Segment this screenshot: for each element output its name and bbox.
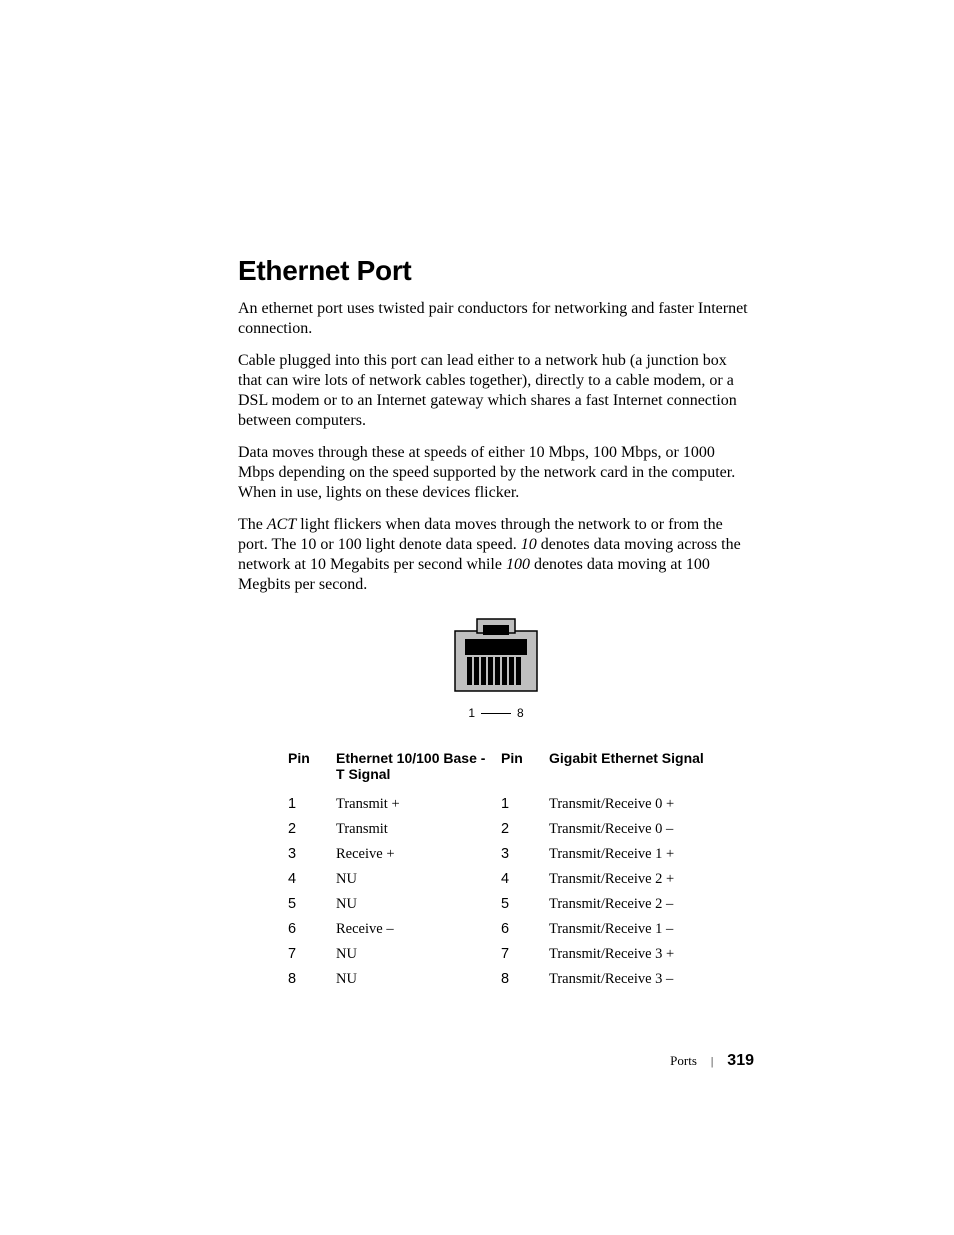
table-row: 8NU8Transmit/Receive 3 – xyxy=(288,967,714,992)
cell-pin: 1 xyxy=(288,792,336,817)
table-row: 2Transmit2Transmit/Receive 0 – xyxy=(288,817,714,842)
table-row: 4NU4Transmit/Receive 2 + xyxy=(288,867,714,892)
table-row: 3Receive +3Transmit/Receive 1 + xyxy=(288,842,714,867)
table-row: 6Receive –6Transmit/Receive 1 – xyxy=(288,917,714,942)
cell-eth-signal: Receive + xyxy=(336,842,501,867)
footer-section: Ports xyxy=(670,1053,697,1069)
cell-pin2: 1 xyxy=(501,792,549,817)
cell-pin2: 5 xyxy=(501,892,549,917)
cell-pin2: 2 xyxy=(501,817,549,842)
paragraph: The ACT light flickers when data moves t… xyxy=(238,515,754,595)
section-heading: Ethernet Port xyxy=(238,255,754,287)
act-label: ACT xyxy=(267,516,296,533)
ethernet-port-figure: 1 8 xyxy=(238,617,754,720)
footer-separator: | xyxy=(711,1054,713,1069)
cell-eth-signal: NU xyxy=(336,892,501,917)
cell-gigabit-signal: Transmit/Receive 1 – xyxy=(549,917,714,942)
cell-pin: 3 xyxy=(288,842,336,867)
pin-label-1: 1 xyxy=(468,706,475,720)
col-gig: Gigabit Ethernet Signal xyxy=(549,750,714,792)
footer-page-number: 319 xyxy=(727,1052,754,1070)
cell-gigabit-signal: Transmit/Receive 3 – xyxy=(549,967,714,992)
col-pin2: Pin xyxy=(501,750,549,792)
pinout-table: Pin Ethernet 10/100 Base - T Signal Pin … xyxy=(288,750,714,992)
speed-10: 10 xyxy=(521,536,537,553)
cell-pin2: 7 xyxy=(501,942,549,967)
ethernet-port-icon xyxy=(453,617,539,695)
cell-pin2: 4 xyxy=(501,867,549,892)
col-pin: Pin xyxy=(288,750,336,792)
cell-pin: 6 xyxy=(288,917,336,942)
page-content: Ethernet Port An ethernet port uses twis… xyxy=(0,0,954,992)
cell-pin: 4 xyxy=(288,867,336,892)
paragraph: An ethernet port uses twisted pair condu… xyxy=(238,299,754,339)
cell-gigabit-signal: Transmit/Receive 0 + xyxy=(549,792,714,817)
cell-pin: 8 xyxy=(288,967,336,992)
cell-pin: 2 xyxy=(288,817,336,842)
pin-label-8: 8 xyxy=(517,706,524,720)
table-header-row: Pin Ethernet 10/100 Base - T Signal Pin … xyxy=(288,750,714,792)
pin-label-row: 1 8 xyxy=(238,706,754,720)
table-row: 7NU7Transmit/Receive 3 + xyxy=(288,942,714,967)
cell-eth-signal: Receive – xyxy=(336,917,501,942)
cell-gigabit-signal: Transmit/Receive 1 + xyxy=(549,842,714,867)
cell-pin2: 6 xyxy=(501,917,549,942)
cell-eth-signal: NU xyxy=(336,967,501,992)
paragraph: Cable plugged into this port can lead ei… xyxy=(238,351,754,431)
pin-line xyxy=(481,713,511,714)
cell-pin2: 3 xyxy=(501,842,549,867)
cell-pin: 7 xyxy=(288,942,336,967)
cell-eth-signal: NU xyxy=(336,942,501,967)
cell-eth-signal: Transmit + xyxy=(336,792,501,817)
table-row: 1Transmit +1Transmit/Receive 0 + xyxy=(288,792,714,817)
cell-gigabit-signal: Transmit/Receive 2 + xyxy=(549,867,714,892)
cell-pin2: 8 xyxy=(501,967,549,992)
page-footer: Ports | 319 xyxy=(670,1052,754,1070)
cell-gigabit-signal: Transmit/Receive 0 – xyxy=(549,817,714,842)
paragraph: Data moves through these at speeds of ei… xyxy=(238,443,754,503)
col-eth: Ethernet 10/100 Base - T Signal xyxy=(336,750,501,792)
cell-pin: 5 xyxy=(288,892,336,917)
cell-gigabit-signal: Transmit/Receive 3 + xyxy=(549,942,714,967)
cell-eth-signal: Transmit xyxy=(336,817,501,842)
text: The xyxy=(238,516,267,533)
cell-gigabit-signal: Transmit/Receive 2 – xyxy=(549,892,714,917)
cell-eth-signal: NU xyxy=(336,867,501,892)
speed-100: 100 xyxy=(506,556,530,573)
table-row: 5NU5Transmit/Receive 2 – xyxy=(288,892,714,917)
